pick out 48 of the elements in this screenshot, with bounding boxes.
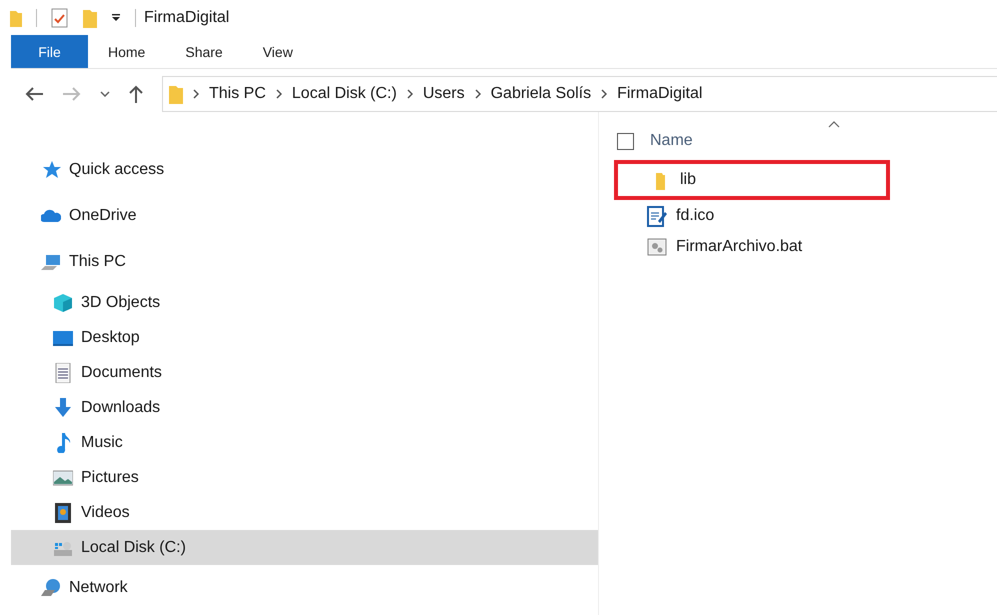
- chevron-right-icon: [601, 89, 608, 99]
- checklist-icon[interactable]: [51, 8, 69, 28]
- column-header[interactable]: Name: [650, 132, 693, 150]
- sort-caret-icon: [828, 121, 840, 128]
- sidebar-item[interactable]: Local Disk (C:): [11, 530, 598, 565]
- sidebar-item[interactable]: Documents: [11, 355, 598, 390]
- file-row[interactable]: FirmarArchivo.bat: [617, 231, 893, 262]
- file-row[interactable]: fd.ico: [617, 200, 893, 231]
- ribbon-tab[interactable]: Share: [165, 35, 243, 68]
- ribbon-tab[interactable]: Home: [88, 35, 166, 68]
- sidebar-item[interactable]: Music: [11, 425, 598, 460]
- picture-icon: [53, 468, 73, 488]
- breadcrumb[interactable]: Gabriela Solís: [490, 85, 592, 103]
- chevron-down-icon[interactable]: [100, 91, 110, 97]
- cube-icon: [53, 292, 73, 312]
- up-arrow-icon[interactable]: [128, 84, 144, 104]
- ribbon-tab[interactable]: View: [242, 35, 313, 68]
- document-icon: [53, 362, 73, 382]
- file-menu-button[interactable]: File: [11, 35, 88, 68]
- sidebar-item[interactable]: This PC: [11, 239, 598, 285]
- star-icon: [41, 160, 61, 180]
- chevron-right-icon: [276, 89, 282, 99]
- computer-icon: [41, 252, 61, 272]
- breadcrumb[interactable]: Local Disk (C:): [292, 85, 397, 103]
- file-row[interactable]: lib: [614, 160, 890, 200]
- chevron-right-icon: [474, 89, 481, 99]
- sidebar-item[interactable]: 3D Objects: [11, 285, 598, 320]
- select-all-checkbox[interactable]: [617, 132, 634, 150]
- folder-icon: [169, 84, 183, 104]
- sidebar-item[interactable]: OneDrive: [11, 193, 598, 239]
- sidebar-item[interactable]: Desktop: [11, 320, 598, 355]
- chevron-right-icon: [406, 89, 413, 99]
- chevron-right-icon: [193, 89, 199, 99]
- sidebar-item[interactable]: Network: [11, 565, 598, 611]
- address-bar[interactable]: This PC Local Disk (C:) Users Gabriela Solís FirmaDigital: [162, 76, 997, 112]
- breadcrumb[interactable]: This PC: [209, 85, 266, 103]
- back-arrow-icon[interactable]: [24, 86, 44, 102]
- dropdown-icon[interactable]: [111, 12, 121, 22]
- down-arrow-icon: [53, 398, 73, 418]
- sidebar-item[interactable]: Quick access: [11, 147, 598, 193]
- film-icon: [53, 502, 73, 522]
- document-pen-icon: [647, 204, 667, 226]
- sidebar-item[interactable]: Videos: [11, 495, 598, 530]
- sidebar-item[interactable]: Pictures: [11, 460, 598, 495]
- breadcrumb[interactable]: Users: [422, 85, 465, 103]
- breadcrumb[interactable]: FirmaDigital: [617, 85, 702, 103]
- sidebar-item[interactable]: Downloads: [11, 390, 598, 425]
- window-title: FirmaDigital: [144, 8, 230, 26]
